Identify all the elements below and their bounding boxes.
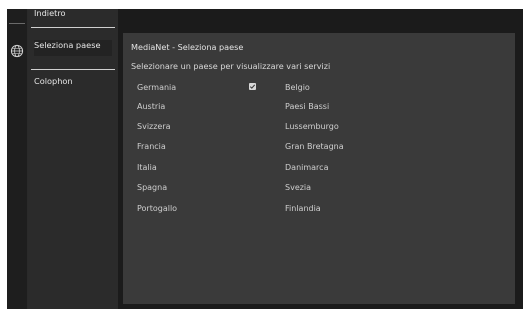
app-screen: Indietro Seleziona paese Colophon MediaN… — [7, 9, 523, 309]
panel-description: Selezionare un paese per visualizzare va… — [131, 61, 331, 71]
country-item[interactable]: Gran Bretagna — [285, 142, 344, 151]
country-item[interactable]: Paesi Bassi — [285, 102, 329, 111]
country-item[interactable]: Austria — [137, 102, 165, 111]
country-item[interactable]: Svizzera — [137, 122, 171, 131]
side-menu: Indietro Seleziona paese Colophon — [28, 9, 118, 309]
menu-item-colophon[interactable]: Colophon — [34, 76, 112, 86]
menu-item-select-country[interactable]: Seleziona paese — [34, 40, 112, 56]
country-item[interactable]: Danimarca — [285, 163, 328, 172]
country-item[interactable]: Francia — [137, 142, 166, 151]
country-item[interactable]: Svezia — [285, 183, 311, 192]
country-item[interactable]: Italia — [137, 163, 157, 172]
country-item[interactable]: Germania — [137, 83, 176, 92]
icon-rail — [7, 9, 28, 309]
menu-divider — [31, 69, 115, 70]
country-item[interactable]: Portogallo — [137, 204, 177, 213]
menu-divider — [31, 27, 115, 28]
panel-title: MediaNet - Seleziona paese — [131, 42, 244, 52]
checkbox-checked-icon[interactable] — [249, 83, 256, 90]
country-item[interactable]: Belgio — [285, 83, 310, 92]
country-item[interactable]: Spagna — [137, 183, 167, 192]
rail-divider — [9, 23, 25, 24]
country-item[interactable]: Finlandia — [285, 204, 321, 213]
country-panel: MediaNet - Seleziona paese Selezionare u… — [123, 33, 515, 304]
globe-icon[interactable] — [10, 43, 24, 58]
country-item[interactable]: Lussemburgo — [285, 122, 339, 131]
menu-item-back[interactable]: Indietro — [34, 9, 112, 18]
